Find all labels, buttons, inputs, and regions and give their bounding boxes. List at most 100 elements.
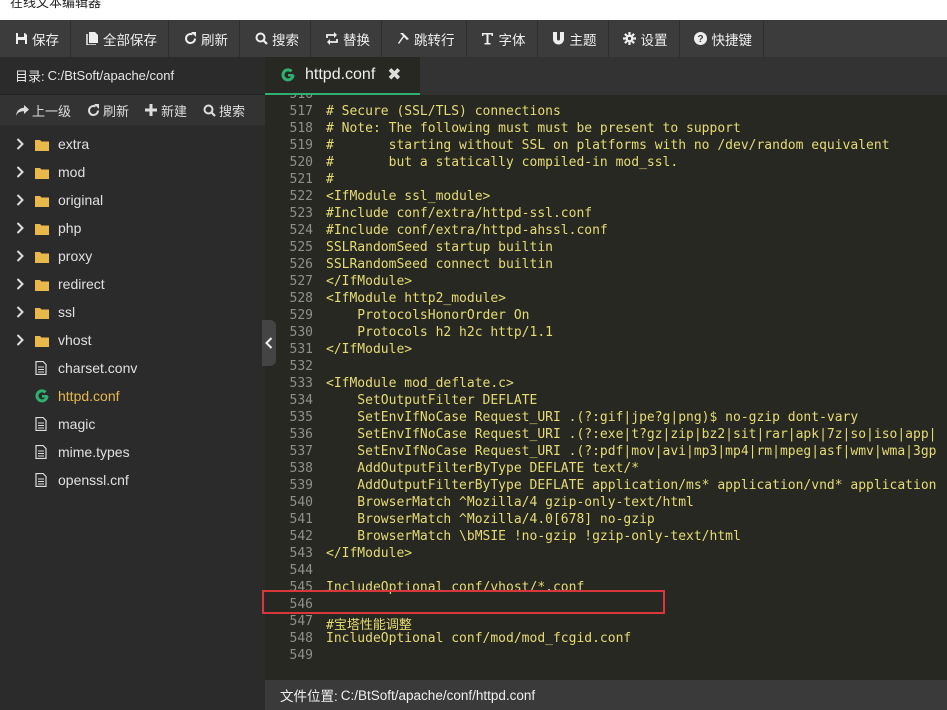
theme-button[interactable]: 主题	[538, 20, 609, 57]
tree-item[interactable]: magic	[0, 410, 265, 438]
code-area[interactable]: 516 517 # Secure (SSL/TLS) connections 518 #…	[265, 95, 947, 678]
tree-item[interactable]: proxy	[0, 242, 265, 270]
line-number: 539	[289, 478, 313, 493]
collapse-sidebar-button[interactable]	[262, 320, 276, 366]
code-line[interactable]: AddOutputFilterByType DEFLATE text/*	[326, 461, 639, 476]
sidebar-search-button[interactable]: 搜索	[202, 101, 245, 120]
tree-item[interactable]: charset.conv	[0, 354, 265, 382]
line-number: 523	[289, 206, 313, 221]
replace-button[interactable]: 替换	[311, 20, 382, 57]
settings-button[interactable]: 设置	[609, 20, 680, 57]
code-line[interactable]: BrowserMatch ^Mozilla/4 gzip-only-text/h…	[326, 495, 694, 510]
save-icon	[14, 32, 28, 46]
share-arrow-icon	[15, 103, 29, 117]
new-file-button[interactable]: 新建	[144, 101, 187, 120]
theme-icon	[552, 32, 566, 46]
tree-item-label: magic	[58, 416, 96, 432]
tree-item[interactable]: redirect	[0, 270, 265, 298]
code-line[interactable]: SetEnvIfNoCase Request_URI .(?:exe|t?gz|…	[326, 427, 936, 442]
line-number: 542	[289, 529, 313, 544]
tree-item[interactable]: openssl.cnf	[0, 466, 265, 494]
goto-line-button[interactable]: 跳转行	[382, 20, 467, 57]
up-level-button[interactable]: 上一级	[15, 101, 71, 120]
refresh-button[interactable]: 刷新	[169, 20, 240, 57]
line-number: 536	[289, 427, 313, 442]
chevron-right-icon[interactable]	[16, 249, 26, 263]
code-editor[interactable]: httpd.conf ✖ 516 517 # Secure (SSL/TLS) co…	[265, 57, 947, 710]
sidebar-refresh-button[interactable]: 刷新	[86, 101, 129, 120]
code-line[interactable]: #Include conf/extra/httpd-ssl.conf	[326, 206, 592, 221]
code-line[interactable]: IncludeOptional conf/mod/mod_fcgid.conf	[326, 631, 631, 646]
code-line[interactable]: <IfModule mod_deflate.c>	[326, 376, 514, 391]
tree-item[interactable]: httpd.conf	[0, 382, 265, 410]
code-line[interactable]: SetEnvIfNoCase Request_URI .(?:gif|jpe?g…	[326, 410, 858, 425]
code-line[interactable]: AddOutputFilterByType DEFLATE applicatio…	[326, 478, 936, 493]
chevron-right-icon[interactable]	[16, 193, 26, 207]
code-line[interactable]: SetEnvIfNoCase Request_URI .(?:pdf|mov|a…	[326, 444, 936, 459]
save-all-button[interactable]: 全部保存	[71, 20, 169, 57]
code-line[interactable]: </IfModule>	[326, 274, 412, 289]
font-button[interactable]: 字体	[467, 20, 538, 57]
code-line[interactable]: SSLRandomSeed connect builtin	[326, 257, 553, 272]
font-label: 字体	[498, 32, 526, 48]
search-button[interactable]: 搜索	[240, 20, 311, 57]
tree-item[interactable]: ssl	[0, 298, 265, 326]
save-all-icon	[85, 32, 99, 46]
code-line[interactable]: </IfModule>	[326, 342, 412, 357]
replace-label: 替换	[343, 32, 370, 48]
code-line[interactable]: IncludeOptional conf/vhost/*.conf	[326, 580, 584, 595]
code-line[interactable]: # starting without SSL on platforms with…	[326, 138, 890, 153]
line-number: 527	[289, 274, 313, 289]
chevron-right-icon[interactable]	[16, 333, 26, 347]
code-line[interactable]: #Include conf/extra/httpd-ahssl.conf	[326, 223, 608, 238]
code-line[interactable]: ProtocolsHonorOrder On	[326, 308, 529, 323]
chevron-right-icon[interactable]	[16, 137, 26, 151]
folder-icon	[35, 333, 50, 347]
file-icon	[35, 360, 50, 376]
shortcuts-label: 快捷键	[711, 32, 753, 48]
tree-item[interactable]: vhost	[0, 326, 265, 354]
font-icon	[481, 32, 495, 46]
tree-item[interactable]: mod	[0, 158, 265, 186]
tree-item-label: mod	[58, 164, 86, 180]
code-line[interactable]: <IfModule http2_module>	[326, 291, 506, 306]
folder-icon	[35, 249, 50, 263]
tree-item-label: openssl.cnf	[58, 472, 129, 488]
tree-item[interactable]: php	[0, 214, 265, 242]
tree-item-label: charset.conv	[58, 360, 138, 376]
shortcuts-button[interactable]: ? 快捷键	[680, 20, 764, 57]
tree-item-label: proxy	[58, 248, 93, 264]
tree-item-label: original	[58, 192, 104, 208]
chevron-right-icon[interactable]	[16, 165, 26, 179]
tree-item[interactable]: mime.types	[0, 438, 265, 466]
chevron-right-icon[interactable]	[16, 221, 26, 235]
folder-icon	[35, 165, 50, 179]
code-line[interactable]: # Secure (SSL/TLS) connections	[326, 104, 561, 119]
tab-httpd-conf[interactable]: httpd.conf ✖	[265, 57, 420, 95]
tree-item[interactable]: original	[0, 186, 265, 214]
code-line[interactable]: BrowserMatch \bMSIE !no-gzip !gzip-only-…	[326, 529, 741, 544]
chevron-left-icon	[265, 337, 273, 349]
code-line[interactable]: <IfModule ssl_module>	[326, 189, 490, 204]
window-title: 在线文本编辑器	[10, 0, 102, 10]
file-location-path: C:/BtSoft/apache/conf/httpd.conf	[340, 687, 536, 703]
code-line[interactable]: # but a statically compiled-in mod_ssl.	[326, 155, 678, 170]
code-line[interactable]: SSLRandomSeed startup builtin	[326, 240, 553, 255]
new-file-label: 新建	[161, 103, 188, 119]
code-line[interactable]: BrowserMatch ^Mozilla/4.0[678] no-gzip	[326, 512, 654, 527]
code-line[interactable]: #	[326, 172, 334, 187]
file-icon	[35, 444, 50, 460]
line-number: 518	[289, 121, 313, 136]
code-line[interactable]: </IfModule>	[326, 546, 412, 561]
close-tab-button[interactable]: ✖	[387, 65, 401, 85]
file-tree: extra mod original php proxy redirect ssl vhost…	[0, 125, 265, 494]
code-line[interactable]: SetOutputFilter DEFLATE	[326, 393, 537, 408]
code-line[interactable]: Protocols h2 h2c http/1.1	[326, 325, 553, 340]
tree-item[interactable]: extra	[0, 130, 265, 158]
save-button[interactable]: 保存	[0, 20, 71, 57]
sidebar-search-label: 搜索	[219, 103, 246, 119]
code-line[interactable]: # Note: The following must must be prese…	[326, 121, 741, 136]
line-number: 543	[289, 546, 313, 561]
chevron-right-icon[interactable]	[16, 305, 26, 319]
chevron-right-icon[interactable]	[16, 277, 26, 291]
